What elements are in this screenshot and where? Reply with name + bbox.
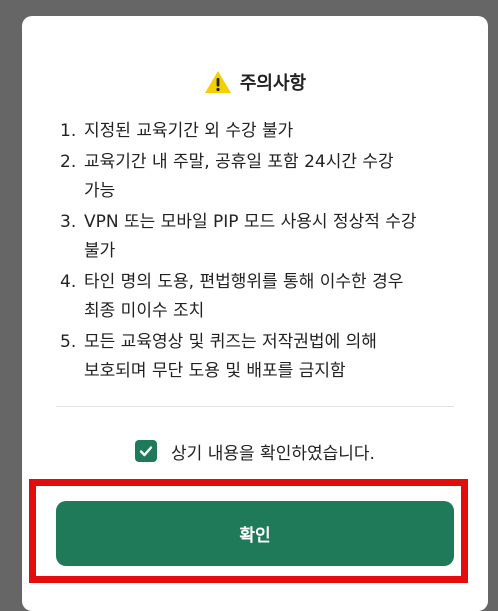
notice-item: 1. 지정된 교육기간 외 수강 불가 xyxy=(60,117,472,146)
notice-text: 교육기간 내 주말, 공휴일 포함 24시간 수강 가능 xyxy=(84,148,472,206)
notice-line: 모든 교육영상 및 퀴즈는 저작권법에 의해 xyxy=(84,332,377,352)
notice-line: 교육기간 내 주말, 공휴일 포함 24시간 수강 xyxy=(84,152,394,172)
notice-text: 지정된 교육기간 외 수강 불가 xyxy=(84,117,472,146)
notice-item: 4. 타인 명의 도용, 편법행위를 통해 이수한 경우 최종 미이수 조치 xyxy=(60,268,472,326)
notice-number: 4. xyxy=(60,272,77,292)
modal-title: 주의사항 xyxy=(239,73,307,94)
notice-item: 3. VPN 또는 모바일 PIP 모드 사용시 정상적 수강 불가 xyxy=(60,208,472,266)
notice-line: VPN 또는 모바일 PIP 모드 사용시 정상적 수강 xyxy=(84,212,417,232)
confirm-checkbox-label[interactable]: 상기 내용을 확인하였습니다. xyxy=(171,439,375,464)
warning-triangle-icon xyxy=(204,71,231,93)
notice-line: 보호되며 무단 도용 및 배포를 금지함 xyxy=(84,361,346,381)
notice-list: 1. 지정된 교육기간 외 수강 불가 2. 교육기간 내 주말, 공휴일 포함… xyxy=(60,117,472,388)
modal-header: 주의사항 xyxy=(22,67,488,97)
checkmark-icon xyxy=(139,446,153,457)
confirm-checkbox-row[interactable]: 상기 내용을 확인하였습니다. xyxy=(22,437,488,465)
notice-line: 타인 명의 도용, 편법행위를 통해 이수한 경우 xyxy=(84,272,404,292)
notice-line: 가능 xyxy=(84,181,116,201)
confirm-checkbox[interactable] xyxy=(135,440,158,462)
notice-item: 5. 모든 교육영상 및 퀴즈는 저작권법에 의해 보호되며 무단 도용 및 배… xyxy=(60,328,472,386)
notice-number: 5. xyxy=(60,332,77,352)
notice-line: 불가 xyxy=(84,241,116,261)
notice-line: 지정된 교육기간 외 수강 불가 xyxy=(84,121,294,141)
notice-line: 최종 미이수 조치 xyxy=(84,301,205,321)
notice-text: VPN 또는 모바일 PIP 모드 사용시 정상적 수강 불가 xyxy=(84,208,472,266)
notice-text: 모든 교육영상 및 퀴즈는 저작권법에 의해 보호되며 무단 도용 및 배포를 … xyxy=(84,328,472,386)
notice-number: 1. xyxy=(60,121,77,141)
notice-number: 3. xyxy=(60,212,77,232)
divider xyxy=(56,406,454,407)
confirm-button[interactable]: 확인 xyxy=(56,501,454,566)
notice-item: 2. 교육기간 내 주말, 공휴일 포함 24시간 수강 가능 xyxy=(60,148,472,206)
notice-number: 2. xyxy=(60,152,77,172)
notice-text: 타인 명의 도용, 편법행위를 통해 이수한 경우 최종 미이수 조치 xyxy=(84,268,472,326)
